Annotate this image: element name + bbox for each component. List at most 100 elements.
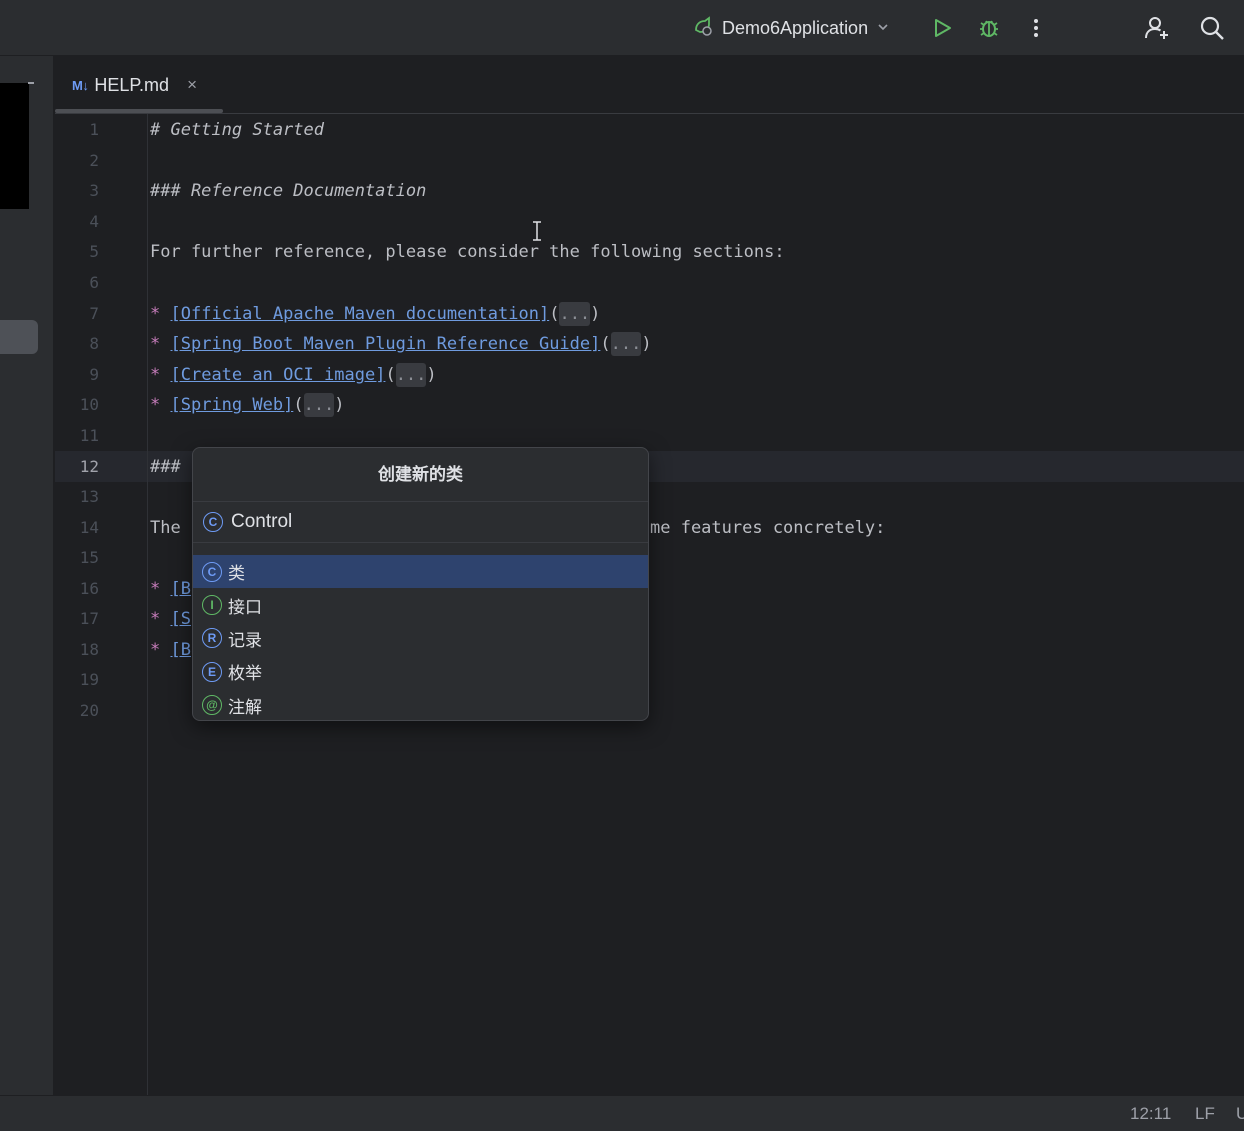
kind-item-record[interactable]: R 记录 <box>193 622 648 655</box>
paren-open: ( <box>549 304 560 324</box>
kind-item-label: 类 <box>228 564 245 585</box>
code-line[interactable]: 2 <box>55 146 1244 176</box>
more-vertical-icon[interactable] <box>1022 14 1050 42</box>
left-tool-strip <box>0 56 54 1095</box>
paragraph-text: me features concretely: <box>650 518 886 538</box>
kind-item-label: 记录 <box>228 630 262 651</box>
search-icon[interactable] <box>1198 14 1226 42</box>
paren-open: ( <box>600 334 611 354</box>
line-number: 10 <box>79 395 99 414</box>
add-user-icon[interactable] <box>1143 14 1171 42</box>
paragraph-text: For further reference, please consider t… <box>150 242 785 262</box>
markdown-link[interactable]: [Spring Boot Maven Plugin Reference Guid… <box>171 334 601 354</box>
code-line[interactable]: 9 * [Create an OCI image](...) <box>55 360 1244 390</box>
folded-url[interactable]: ... <box>395 363 427 387</box>
line-number: 15 <box>79 548 99 567</box>
project-panel-preview <box>0 83 29 209</box>
tool-window-button[interactable] <box>0 320 38 354</box>
paragraph-text: The <box>150 518 181 538</box>
run-icon[interactable] <box>928 14 956 42</box>
markdown-file-icon: M↓ <box>72 77 89 93</box>
line-number: 3 <box>89 181 99 200</box>
code-line[interactable]: 6 <box>55 268 1244 298</box>
list-item: * [Official Apache Maven documentation](… <box>150 299 600 329</box>
title-bar: Demo6Application <box>0 0 1244 56</box>
paren-open: ( <box>293 395 304 415</box>
class-name-field[interactable]: C <box>193 502 648 542</box>
line-number: 12 <box>79 457 99 476</box>
markdown-link[interactable]: [Spring Web] <box>171 395 294 415</box>
debug-icon[interactable] <box>975 14 1003 42</box>
code-line[interactable]: 3 ### Reference Documentation <box>55 176 1244 206</box>
markdown-link[interactable]: [B <box>171 640 191 660</box>
mouse-ibeam-cursor <box>532 221 542 246</box>
line-number: 17 <box>79 609 99 628</box>
code-line[interactable]: 8 * [Spring Boot Maven Plugin Reference … <box>55 329 1244 359</box>
kind-item-annotation[interactable]: @ 注解 <box>193 689 648 720</box>
class-name-input[interactable] <box>231 511 611 533</box>
heading-text: ### <box>150 457 181 477</box>
line-number: 11 <box>79 426 99 445</box>
markdown-link[interactable]: [B <box>171 579 191 599</box>
list-item: * [B <box>150 635 191 665</box>
close-icon[interactable]: × <box>187 75 197 95</box>
code-line[interactable]: 10 * [Spring Web](...) <box>55 390 1244 420</box>
folded-url[interactable]: ... <box>303 393 335 417</box>
line-number: 7 <box>89 304 99 323</box>
bullet: * <box>150 640 161 660</box>
markdown-link[interactable]: [Create an OCI image] <box>171 365 386 385</box>
status-bar: 12:11 LF U <box>0 1095 1244 1131</box>
code-line[interactable]: 1 # Getting Started <box>55 115 1244 145</box>
tab-help-md[interactable]: M↓ HELP.md × <box>55 56 223 114</box>
bullet: * <box>150 395 161 415</box>
run-configuration-selector[interactable]: Demo6Application <box>692 14 890 42</box>
run-config-icon <box>692 15 714 41</box>
interface-icon: I <box>202 595 222 616</box>
heading-text: ### Reference Documentation <box>150 181 427 201</box>
list-item: * [Create an OCI image](...) <box>150 360 437 390</box>
paren-open: ( <box>385 365 396 385</box>
paren-close: ) <box>590 304 601 324</box>
code-line[interactable]: 4 <box>55 207 1244 237</box>
create-new-class-popup: 创建新的类 C C 类 I 接口 R 记录 E 枚举 @ 注解 <box>192 447 649 721</box>
run-config-label: Demo6Application <box>722 17 869 38</box>
list-item: * [B <box>150 574 191 604</box>
kind-list: C 类 I 接口 R 记录 E 枚举 @ 注解 <box>193 555 648 720</box>
markdown-link[interactable]: [Official Apache Maven documentation] <box>171 304 550 324</box>
line-number: 1 <box>89 120 99 139</box>
bullet: * <box>150 609 161 629</box>
heading-text: # Getting Started <box>150 120 324 140</box>
paren-close: ) <box>334 395 345 415</box>
line-number: 6 <box>89 273 99 292</box>
panel-divider <box>28 82 34 84</box>
line-number: 5 <box>89 242 99 261</box>
bullet: * <box>150 579 161 599</box>
code-line[interactable]: 7 * [Official Apache Maven documentation… <box>55 299 1244 329</box>
bullet: * <box>150 334 161 354</box>
code-line[interactable]: 5 For further reference, please consider… <box>55 237 1244 267</box>
list-item: * [Spring Web](...) <box>150 390 345 420</box>
record-icon: R <box>202 628 222 649</box>
line-ending[interactable]: LF <box>1195 1104 1215 1124</box>
kind-item-interface[interactable]: I 接口 <box>193 588 648 621</box>
file-encoding[interactable]: U <box>1236 1104 1244 1124</box>
kind-item-label: 接口 <box>228 597 262 618</box>
line-number: 9 <box>89 365 99 384</box>
folded-url[interactable]: ... <box>559 302 591 326</box>
folded-url[interactable]: ... <box>610 332 642 356</box>
kind-item-class[interactable]: C 类 <box>193 555 648 589</box>
caret-position[interactable]: 12:11 <box>1130 1104 1171 1124</box>
bullet: * <box>150 304 161 324</box>
line-number: 2 <box>89 151 99 170</box>
kind-item-enum[interactable]: E 枚举 <box>193 655 648 688</box>
kind-item-label: 注解 <box>228 697 262 718</box>
chevron-down-icon <box>876 19 890 38</box>
line-number: 14 <box>79 518 99 537</box>
line-number: 18 <box>79 640 99 659</box>
bullet: * <box>150 365 161 385</box>
popup-separator <box>193 542 648 555</box>
kind-item-label: 枚举 <box>228 664 262 685</box>
markdown-link[interactable]: [S <box>171 609 191 629</box>
class-kind-icon: C <box>203 512 223 532</box>
paren-close: ) <box>426 365 437 385</box>
